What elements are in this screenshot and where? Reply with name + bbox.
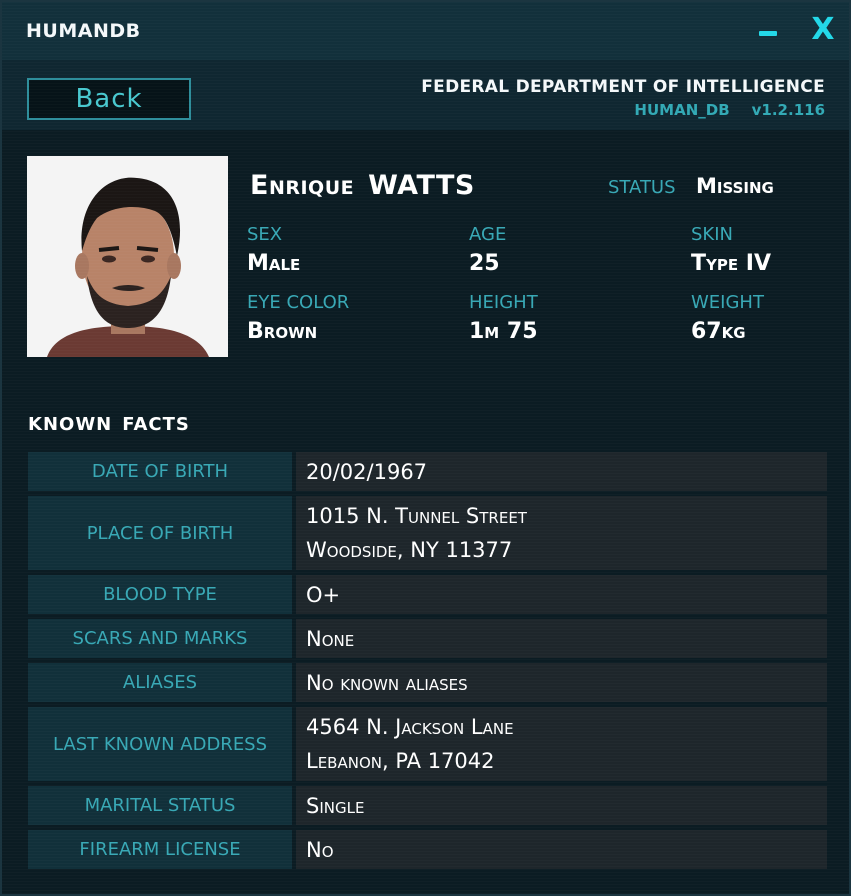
fact-value-marital-status: Single xyxy=(296,786,827,825)
fact-label-marital-status: MARITAL STATUS xyxy=(28,786,292,825)
fact-label-blood-type: BLOOD TYPE xyxy=(28,575,292,614)
known-facts-title: KNOWN FACTS xyxy=(28,414,190,435)
fact-label-last-known-address: LAST KNOWN ADDRESS xyxy=(28,707,292,781)
fact-value-line: 1015 N. Tunnel Street xyxy=(306,504,527,528)
fact-value-scars-and-marks: None xyxy=(296,619,827,658)
humandb-window: HUMANDB X Back FEDERAL DEPARTMENT OF INT… xyxy=(0,0,851,896)
status-label: STATUS xyxy=(608,177,676,198)
fact-value-line: No known aliases xyxy=(306,670,468,695)
fact-label-place-of-birth: PLACE OF BIRTH xyxy=(28,496,292,570)
db-version: v1.2.116 xyxy=(751,101,825,119)
status-value: Missing xyxy=(696,174,774,198)
age-value: 25 xyxy=(469,251,500,276)
profile-photo xyxy=(27,156,228,357)
first-name: Enrique xyxy=(250,170,355,201)
weight-label: WEIGHT xyxy=(691,292,764,313)
skin-value: Type IV xyxy=(691,251,771,276)
fact-value-last-known-address: 4564 N. Jackson Lane Lebanon, PA 17042 xyxy=(296,707,827,781)
age-label: AGE xyxy=(469,224,507,245)
fact-label-scars-and-marks: SCARS AND MARKS xyxy=(28,619,292,658)
eye-color-value: Brown xyxy=(247,319,318,344)
fact-value-line: 4564 N. Jackson Lane xyxy=(306,715,514,739)
app-title: HUMANDB xyxy=(26,20,141,42)
sex-value: Male xyxy=(247,251,301,276)
person-name: Enrique WATTS xyxy=(250,170,475,201)
fact-value-line: Single xyxy=(306,793,365,818)
fact-value-place-of-birth: 1015 N. Tunnel Street Woodside, NY 11377 xyxy=(296,496,827,570)
skin-label: SKIN xyxy=(691,224,734,245)
last-name: WATTS xyxy=(368,170,475,201)
fact-value-line: Lebanon, PA 17042 xyxy=(306,749,495,773)
eye-color-label: EYE COLOR xyxy=(247,292,350,313)
back-button[interactable]: Back xyxy=(27,78,191,120)
fact-value-line: Woodside, NY 11377 xyxy=(306,538,513,562)
fact-value-aliases: No known aliases xyxy=(296,663,827,702)
agency-name: FEDERAL DEPARTMENT OF INTELLIGENCE xyxy=(421,77,825,97)
header: Back FEDERAL DEPARTMENT OF INTELLIGENCE … xyxy=(2,60,849,130)
minimize-icon[interactable] xyxy=(759,31,777,36)
db-info: HUMAN_DB v1.2.116 xyxy=(634,101,825,119)
db-name: HUMAN_DB xyxy=(634,101,730,119)
person-portrait-icon xyxy=(27,156,228,357)
fact-value-blood-type: O+ xyxy=(296,575,827,614)
fact-value-line: None xyxy=(306,626,355,651)
fact-label-date-of-birth: DATE OF BIRTH xyxy=(28,452,292,491)
fact-label-aliases: ALIASES xyxy=(28,663,292,702)
weight-value: 67kg xyxy=(691,319,746,344)
section-title-word: KNOWN xyxy=(28,414,113,435)
fact-label-firearm-license: FIREARM LICENSE xyxy=(28,830,292,869)
title-bar[interactable]: HUMANDB X xyxy=(2,2,849,60)
sex-label: SEX xyxy=(247,224,283,245)
section-title-word: FACTS xyxy=(122,414,190,435)
fact-value-line: 20/02/1967 xyxy=(306,459,428,484)
fact-value-date-of-birth: 20/02/1967 xyxy=(296,452,827,491)
close-icon[interactable]: X xyxy=(806,12,840,48)
height-label: HEIGHT xyxy=(469,292,538,313)
fact-value-line: O+ xyxy=(306,582,341,607)
fact-value-line: No xyxy=(306,837,334,862)
height-value: 1m 75 xyxy=(469,319,538,344)
fact-value-firearm-license: No xyxy=(296,830,827,869)
